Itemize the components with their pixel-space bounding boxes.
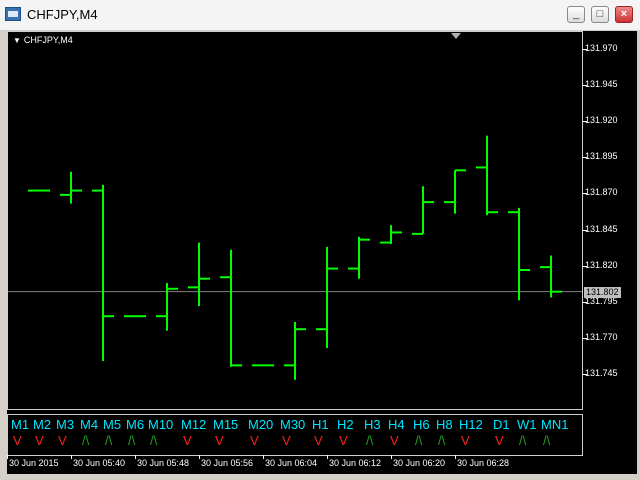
price-tick-label: 131.945 [585,79,618,90]
window-title: CHFJPY,M4 [27,7,98,22]
ohlc-bar [348,236,370,279]
up-signal-icon: /\ [438,433,446,448]
timeframe-label-h8: H8 [436,417,453,432]
timeframe-label-m5: M5 [103,417,122,432]
maximize-button[interactable]: □ [591,6,609,23]
timeframe-label-h6: H6 [413,417,430,432]
chart-window: CHFJPY,M4 _ □ × ▼ CHFJPY,M4 131.970 131.94… [0,0,640,480]
ohlc-bar [412,186,434,235]
time-tick-label: 30 Jun 06:28 [457,458,510,468]
price-tick-label: 131.745 [585,368,618,378]
up-signal-icon: /\ [105,433,113,448]
timeframe-label-m3: M3 [56,417,75,432]
time-tick-label: 30 Jun 06:04 [265,458,318,468]
down-signal-icon: V [282,433,291,448]
ohlc-bar [380,225,402,244]
down-signal-icon: V [183,433,192,448]
timeframe-label-m2: M2 [33,417,52,432]
ohlc-bar [188,242,210,307]
down-signal-icon: V [13,433,22,448]
up-signal-icon: /\ [519,433,527,448]
price-tick-label: 131.895 [585,151,618,162]
title-bar[interactable]: CHFJPY,M4 _ □ × [0,0,640,31]
time-tick-mark [263,455,264,459]
up-signal-icon: /\ [150,433,158,448]
ohlc-bar [220,249,242,367]
time-tick-mark [455,455,456,459]
timeframe-label-h1: H1 [312,417,329,432]
timeframe-label-m4: M4 [80,417,99,432]
timeframe-label-h4: H4 [388,417,405,432]
down-signal-icon: V [495,433,504,448]
ohlc-bar [316,246,338,348]
time-tick-mark [391,455,392,459]
timeframe-label-m10: M10 [148,417,174,432]
price-tick-label: 131.920 [585,115,618,126]
down-signal-icon: V [390,433,399,448]
down-signal-icon: V [461,433,470,448]
ohlc-bar [156,283,178,331]
down-signal-icon: V [35,433,44,448]
time-tick-mark [71,455,72,459]
up-signal-icon: /\ [128,433,136,448]
price-tick-label: 131.770 [585,331,618,342]
timeframe-label-m1: M1 [11,417,30,432]
timeframe-label-m15: M15 [213,417,239,432]
timeframe-label-h2: H2 [337,417,354,432]
time-tick-label: 30 Jun 05:40 [73,458,126,468]
up-signal-icon: /\ [415,433,423,448]
timeframe-label-d1: D1 [493,417,510,432]
time-tick-label: 30 Jun 05:48 [137,458,190,468]
down-signal-icon: V [314,433,323,448]
down-signal-icon: V [250,433,259,448]
timeframe-label-mn1: MN1 [541,417,569,432]
current-price-tag: 131.802 [584,287,621,298]
ohlc-bar [476,135,498,216]
down-signal-icon: V [215,433,224,448]
ohlc-bar [60,171,82,204]
timeframe-label-h3: H3 [364,417,381,432]
time-tick-label: 30 Jun 06:20 [393,458,446,468]
timeframe-label-w1: W1 [517,417,537,432]
time-tick-mark [327,455,328,459]
time-tick-mark [135,455,136,459]
up-signal-icon: /\ [543,433,551,448]
timeframe-label-m12: M12 [181,417,207,432]
down-signal-icon: V [339,433,348,448]
time-tick-mark [199,455,200,459]
time-tick-label: 30 Jun 06:12 [329,458,382,468]
timeframe-label-m20: M20 [248,417,274,432]
chart-window-icon [5,7,21,21]
timeframe-label-h12: H12 [459,417,483,432]
price-tick-label: 131.845 [585,223,618,234]
chart-area[interactable]: ▼ CHFJPY,M4 131.970 131.945 131.920 131.895 1… [7,31,637,474]
timeframe-label-m30: M30 [280,417,306,432]
up-signal-icon: /\ [366,433,374,448]
timeframe-panel: M1 V M2 V M3 V M4/\ M5/\ M6/\ M10/\ M12 V M15 V M20 V M3… [7,414,583,456]
minimize-button[interactable]: _ [567,6,585,23]
ohlc-bar [92,184,114,361]
up-signal-icon: /\ [82,433,90,448]
ohlc-bar [508,207,530,301]
ohlc-bars [8,135,582,380]
ohlc-bar [284,322,306,380]
ohlc-bar [444,169,466,214]
time-tick-label: 30 Jun 05:56 [201,458,254,468]
time-tick-label: 30 Jun 2015 [9,458,59,468]
price-tick-label: 131.820 [585,259,618,270]
ohlc-bar [540,255,562,298]
close-button[interactable]: × [615,6,633,23]
price-tick-label: 131.870 [585,187,618,198]
time-tick-mark [7,455,8,459]
price-tick-label: 131.970 [585,43,618,53]
down-signal-icon: V [58,433,67,448]
timeframe-label-m6: M6 [126,417,145,432]
